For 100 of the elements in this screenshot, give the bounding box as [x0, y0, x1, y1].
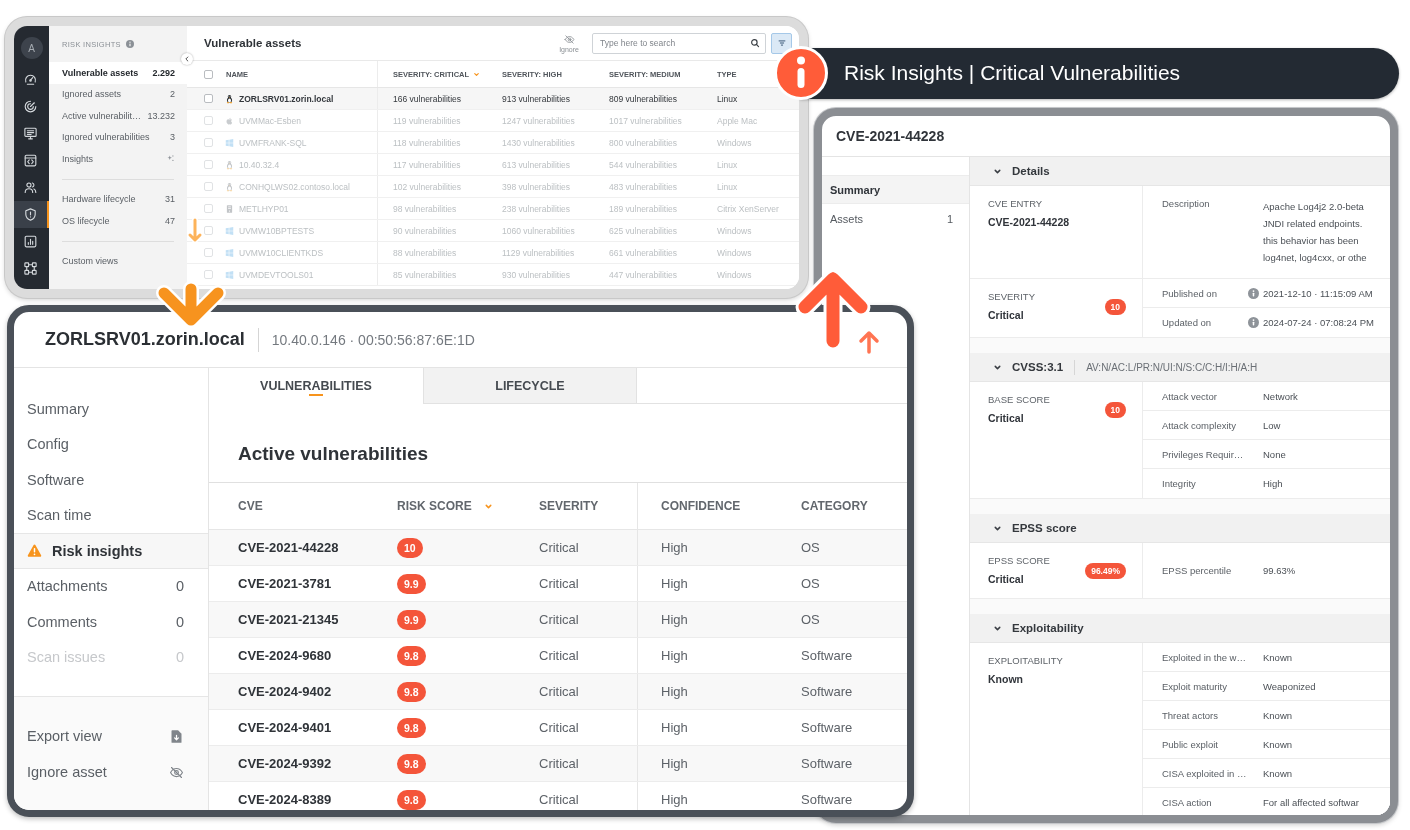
search-icon — [750, 38, 760, 48]
field-value: 99.63% — [1263, 565, 1297, 576]
field-value: Known — [1263, 738, 1294, 750]
confidence-label: High — [661, 756, 688, 771]
severity-label: Critical — [539, 684, 579, 699]
field-label: CVE ENTRY — [988, 198, 1044, 210]
checkbox[interactable] — [204, 270, 213, 279]
field-label: EXPLOITABILITY — [988, 655, 1063, 667]
field-value: None — [1263, 448, 1287, 460]
info-icon — [125, 40, 134, 48]
field-value: Critical — [988, 573, 1025, 586]
field-label: Threat actors — [1162, 709, 1218, 721]
medium-count: 483 vulnerabilities — [609, 181, 678, 192]
risk-score-badge: 9.9 — [397, 609, 426, 630]
column-header[interactable]: CONFIDENCE — [637, 483, 801, 529]
medium-count: 625 vulnerabilities — [609, 225, 678, 236]
section-title: Active vulnerabilities — [209, 404, 907, 483]
field-label: EPSS SCORE — [988, 555, 1050, 567]
checkbox[interactable] — [204, 226, 213, 235]
column-header[interactable]: RISK SCORE — [397, 483, 539, 529]
nav-item[interactable]: Scan time — [14, 497, 208, 533]
column-header[interactable]: CVE — [209, 483, 397, 529]
nav-item[interactable]: Risk insights — [14, 533, 208, 569]
section-header[interactable]: Details — [970, 157, 1390, 186]
critical-count: 88 vulnerabilities — [393, 247, 457, 258]
os-type: Linux — [717, 93, 738, 104]
sidebar-item[interactable]: Ignored assets 2 — [49, 83, 187, 105]
nav-item[interactable]: Assets 1 — [822, 204, 969, 233]
checkbox[interactable] — [204, 116, 213, 125]
checkbox[interactable] — [204, 69, 213, 79]
confidence-label: High — [661, 720, 688, 735]
severity-label: Critical — [539, 756, 579, 771]
category-label: Software — [801, 648, 853, 663]
sidebar-item[interactable]: OS lifecycle 47 — [49, 210, 187, 232]
checkbox[interactable] — [204, 94, 213, 103]
nav-item[interactable]: Comments 0 — [14, 604, 208, 640]
os-type: Windows — [717, 137, 752, 148]
item-count: 1 — [946, 212, 953, 225]
sidebar-item[interactable]: Vulnerable assets 2.292 — [49, 62, 187, 84]
item-count: 47 — [165, 215, 175, 226]
sidebar-item[interactable]: Active vulnerabilit… 13.232 — [49, 105, 187, 127]
info-icon — [1248, 317, 1259, 328]
penguin-icon — [225, 159, 234, 170]
checkbox[interactable] — [204, 182, 213, 191]
field-label: CISA action — [1162, 797, 1212, 808]
column-header[interactable]: SEVERITY — [539, 483, 637, 529]
checkbox[interactable] — [204, 204, 213, 213]
action-item[interactable]: Export view — [14, 718, 208, 754]
cvss-vector: AV:N/AC:L/PR:N/UI:N/S:C/C:H/I:H/A:H — [1086, 361, 1258, 373]
asset-name[interactable]: ZORLSRV01.zorin.local — [239, 93, 334, 104]
risk-score-badge: 9.8 — [397, 645, 426, 666]
field-label: Public exploit — [1162, 738, 1218, 750]
field-label: Published on — [1162, 287, 1217, 299]
high-count: 1060 vulnerabilities — [502, 225, 575, 236]
nav-item[interactable]: Software — [14, 462, 208, 498]
sidebar-item[interactable]: Custom views — [49, 250, 187, 272]
nav-item[interactable]: Summary — [822, 175, 969, 204]
checkbox[interactable] — [204, 138, 213, 147]
asset-address: 10.40.0.146 · 00:50:56:87:6E:1D — [271, 331, 475, 348]
filter-button[interactable] — [771, 32, 792, 54]
category-label: Software — [801, 684, 853, 699]
description-text: Apache Log4j2 2.0-beta JNDI related endpoints. this behavior has been log4net, log4cxx, or othe — [1263, 200, 1368, 265]
monitor-icon — [23, 126, 38, 141]
penguin-icon — [225, 93, 234, 104]
field-label: CISA exploited in … — [1162, 767, 1247, 779]
collapse-button[interactable] — [181, 53, 193, 65]
checkbox[interactable] — [204, 248, 213, 257]
sidebar-item[interactable]: Hardware lifecycle 31 — [49, 188, 187, 210]
category-label: OS — [801, 540, 820, 555]
warning-icon — [27, 543, 42, 559]
field-value: Known — [1263, 709, 1294, 721]
risk-score-badge: 9.8 — [397, 753, 426, 774]
rail-button[interactable] — [14, 201, 49, 228]
section-header[interactable]: CVSS:3.1 AV:N/AC:L/PR:N/UI:N/S:C/C:H/I:H/A:H — [970, 353, 1390, 382]
medium-count: 447 vulnerabilities — [609, 269, 678, 280]
section-header[interactable]: EPSS score — [970, 514, 1390, 543]
sidebar-item[interactable]: Ignored vulnerabilities 3 — [49, 126, 187, 148]
checkbox[interactable] — [204, 160, 213, 169]
item-count: 0 — [175, 578, 184, 595]
section-header[interactable]: Exploitability — [970, 614, 1390, 643]
field-label: Updated on — [1162, 317, 1212, 328]
tab[interactable]: LIFECYCLE — [423, 368, 637, 404]
category-label: OS — [801, 576, 820, 591]
sidebar-item[interactable]: Insights — [49, 148, 187, 170]
field-value: For all affected softwar — [1263, 797, 1360, 808]
medium-count: 800 vulnerabilities — [609, 137, 678, 148]
action-item[interactable]: Ignore asset — [14, 754, 208, 790]
risk-score-badge: 9.8 — [397, 681, 426, 702]
field-value: Known — [1263, 651, 1294, 663]
avatar[interactable]: A — [20, 37, 43, 59]
nav-item[interactable]: Config — [14, 426, 208, 462]
windows-icon — [225, 137, 234, 148]
cve-id: CVE-2021-3781 — [238, 576, 332, 591]
filter-icon — [776, 38, 787, 48]
windows-icon — [225, 269, 234, 280]
column-header[interactable]: CATEGORY — [801, 483, 907, 529]
nav-item[interactable]: Summary — [14, 391, 208, 427]
nav-item[interactable]: Attachments 0 — [14, 568, 208, 604]
search-field[interactable]: Type here to search — [592, 32, 766, 54]
os-type: Linux — [717, 181, 738, 192]
